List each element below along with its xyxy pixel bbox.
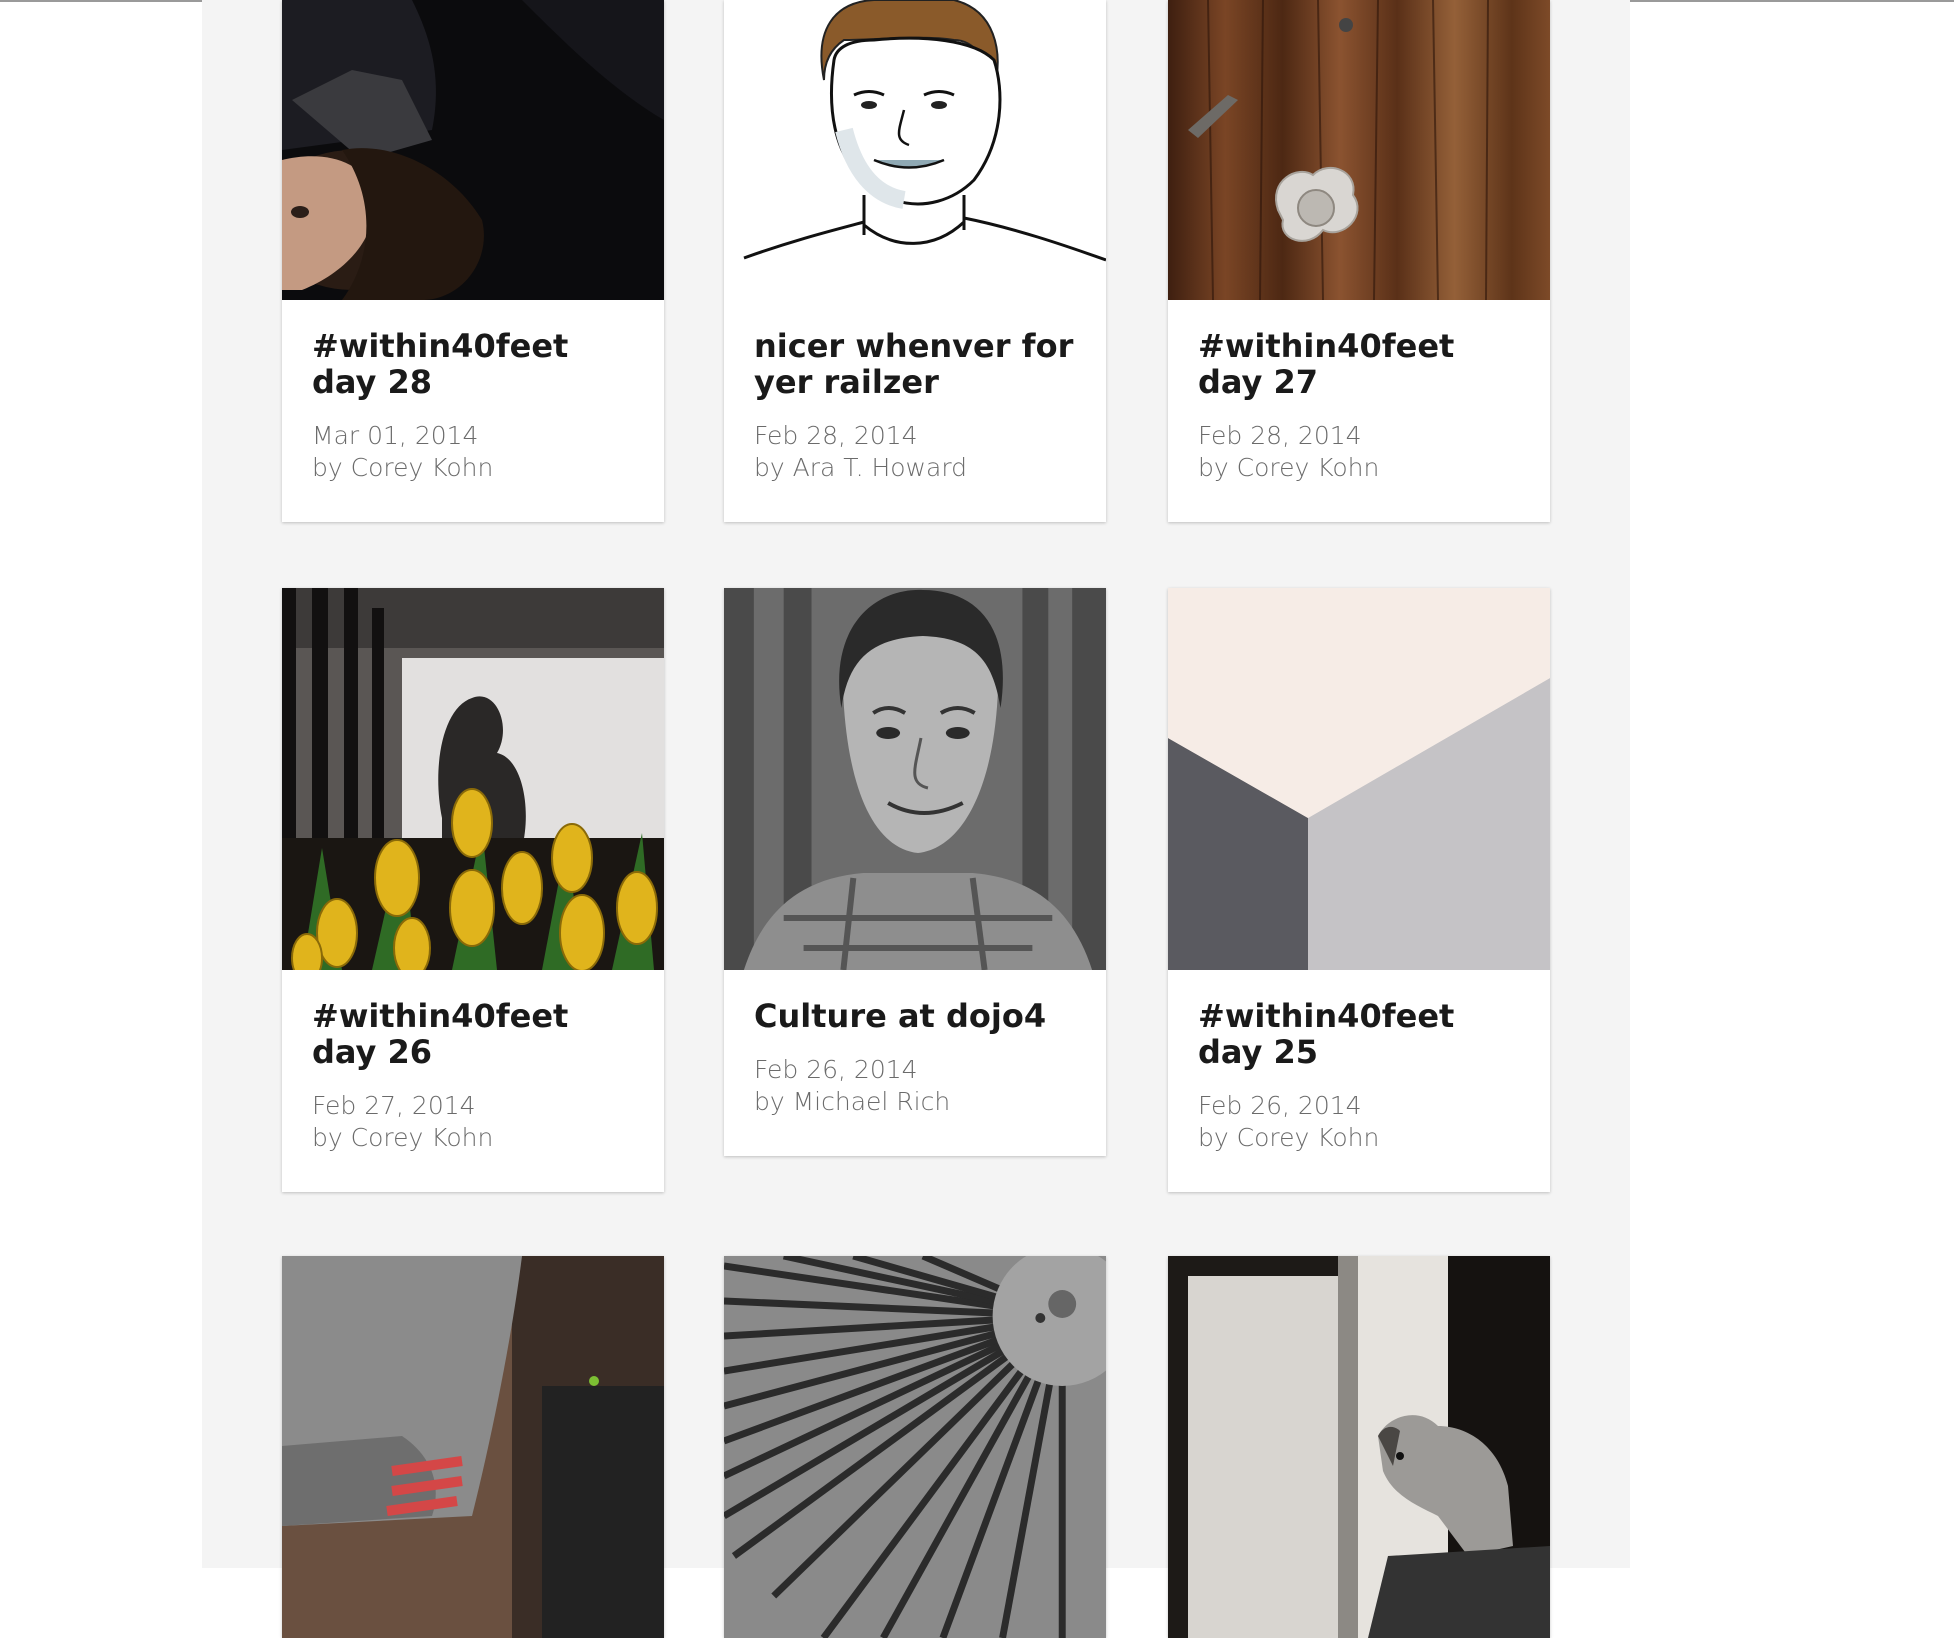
post-author[interactable]: by Corey Kohn: [1198, 452, 1520, 484]
post-thumbnail[interactable]: [282, 0, 664, 300]
post-title[interactable]: #within40feet day 28: [312, 328, 634, 400]
post-date: Mar 01, 2014: [312, 421, 479, 450]
post-card[interactable]: [724, 1256, 1106, 1638]
post-date: Feb 26, 2014: [754, 1055, 918, 1084]
post-card[interactable]: #within40feet day 26 Feb 27, 2014 by Cor…: [282, 588, 664, 1192]
post-date: Feb 27, 2014: [312, 1091, 476, 1120]
post-title[interactable]: #within40feet day 27: [1198, 328, 1520, 400]
post-card[interactable]: #within40feet day 27 Feb 28, 2014 by Cor…: [1168, 0, 1550, 522]
post-thumbnail[interactable]: [724, 588, 1106, 970]
post-card[interactable]: Culture at dojo4 Feb 26, 2014 by Michael…: [724, 588, 1106, 1156]
post-author[interactable]: by Ara T. Howard: [754, 452, 1076, 484]
post-date: Feb 26, 2014: [1198, 1091, 1362, 1120]
post-thumbnail[interactable]: [1168, 1256, 1550, 1638]
post-thumbnail[interactable]: [1168, 588, 1550, 970]
post-title[interactable]: #within40feet day 25: [1198, 998, 1520, 1070]
post-date: Feb 28, 2014: [1198, 421, 1362, 450]
post-thumbnail[interactable]: [724, 1256, 1106, 1638]
post-card[interactable]: [1168, 1256, 1550, 1638]
post-title[interactable]: Culture at dojo4: [754, 998, 1076, 1034]
post-card[interactable]: nicer whenver for yer railzer Feb 28, 20…: [724, 0, 1106, 522]
post-card[interactable]: #within40feet day 28 Mar 01, 2014 by Cor…: [282, 0, 664, 522]
post-author[interactable]: by Corey Kohn: [312, 452, 634, 484]
post-card[interactable]: #within40feet day 25 Feb 26, 2014 by Cor…: [1168, 588, 1550, 1192]
post-thumbnail[interactable]: [1168, 0, 1550, 300]
post-thumbnail[interactable]: [282, 1256, 664, 1638]
post-thumbnail[interactable]: [724, 0, 1106, 300]
post-card[interactable]: [282, 1256, 664, 1638]
post-date: Feb 28, 2014: [754, 421, 918, 450]
post-author[interactable]: by Corey Kohn: [312, 1122, 634, 1154]
post-author[interactable]: by Corey Kohn: [1198, 1122, 1520, 1154]
post-thumbnail[interactable]: [282, 588, 664, 970]
post-author[interactable]: by Michael Rich: [754, 1086, 1076, 1118]
post-title[interactable]: nicer whenver for yer railzer: [754, 328, 1076, 400]
post-title[interactable]: #within40feet day 26: [312, 998, 634, 1070]
